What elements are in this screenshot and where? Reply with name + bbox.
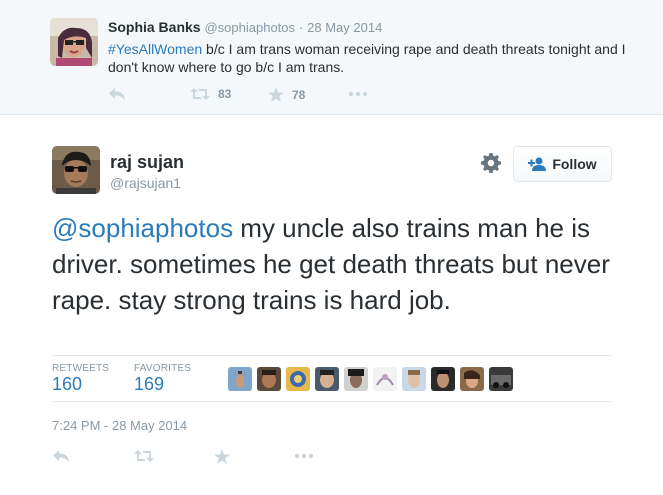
reply-icon	[53, 450, 69, 462]
favorites-count[interactable]: 169	[134, 374, 164, 395]
more-dots-icon	[348, 91, 368, 97]
parent-tweet-date[interactable]: 28 May 2014	[307, 20, 382, 35]
favoriter-avatar[interactable]	[489, 367, 513, 391]
add-user-icon	[528, 157, 547, 171]
favorite-count: 78	[292, 87, 306, 102]
favorites-label: FAVORITES	[134, 363, 192, 374]
more-button[interactable]	[294, 453, 314, 459]
main-author-name[interactable]: raj sujan	[110, 152, 184, 173]
main-avatar[interactable]	[52, 146, 100, 194]
parent-tweet-text: #YesAllWomen b/c I am trans woman receiv…	[108, 40, 628, 76]
favoriter-avatar[interactable]	[257, 367, 281, 391]
main-tweet-actions	[52, 449, 352, 467]
retweet-icon	[190, 88, 210, 100]
more-dots-icon	[294, 453, 314, 459]
retweet-count: 83	[218, 87, 232, 101]
parent-author-name[interactable]: Sophia Banks	[108, 19, 201, 35]
header-separator: ·	[298, 20, 304, 35]
more-button[interactable]	[348, 91, 368, 97]
favoriter-avatar[interactable]	[315, 367, 339, 391]
tweet-timestamp[interactable]: 7:24 PM - 28 May 2014	[52, 418, 187, 433]
stats-divider-top	[52, 355, 612, 356]
follow-button[interactable]: Follow	[513, 146, 612, 182]
retweets-count[interactable]: 160	[52, 374, 82, 395]
mention-link[interactable]: @sophiaphotos	[52, 213, 233, 243]
retweet-button[interactable]: 83	[190, 87, 231, 101]
favoriter-avatar[interactable]	[402, 367, 426, 391]
parent-avatar[interactable]	[50, 18, 98, 66]
main-author-handle[interactable]: @rajsujan1	[110, 175, 181, 191]
retweet-button[interactable]	[134, 449, 154, 463]
stats-divider-bottom	[52, 401, 612, 402]
reply-button[interactable]	[52, 449, 70, 463]
main-tweet-text: @sophiaphotos my uncle also trains man h…	[52, 210, 612, 318]
retweets-label: RETWEETS	[52, 363, 110, 374]
favoriter-avatar[interactable]	[286, 367, 310, 391]
star-icon	[268, 87, 284, 102]
parent-tweet[interactable]: Sophia Banks @sophiaphotos · 28 May 2014…	[0, 0, 663, 115]
gear-icon[interactable]	[481, 153, 501, 173]
favoriter-avatar[interactable]	[373, 367, 397, 391]
parent-tweet-header: Sophia Banks @sophiaphotos · 28 May 2014	[108, 19, 382, 35]
favorite-button[interactable]: 78	[268, 87, 305, 102]
favorite-button[interactable]	[214, 449, 230, 464]
star-icon	[214, 449, 230, 464]
favoriter-avatar[interactable]	[460, 367, 484, 391]
parent-author-handle[interactable]: @sophiaphotos	[204, 20, 295, 35]
follow-button-label: Follow	[552, 156, 597, 172]
reply-icon	[109, 88, 125, 100]
favoriter-avatar[interactable]	[431, 367, 455, 391]
parent-tweet-actions: 83 78	[108, 87, 408, 105]
favoriter-avatar[interactable]	[344, 367, 368, 391]
reply-button[interactable]	[108, 87, 126, 101]
favoriter-avatar[interactable]	[228, 367, 252, 391]
hashtag-link[interactable]: #YesAllWomen	[108, 41, 202, 57]
retweet-icon	[134, 450, 154, 462]
